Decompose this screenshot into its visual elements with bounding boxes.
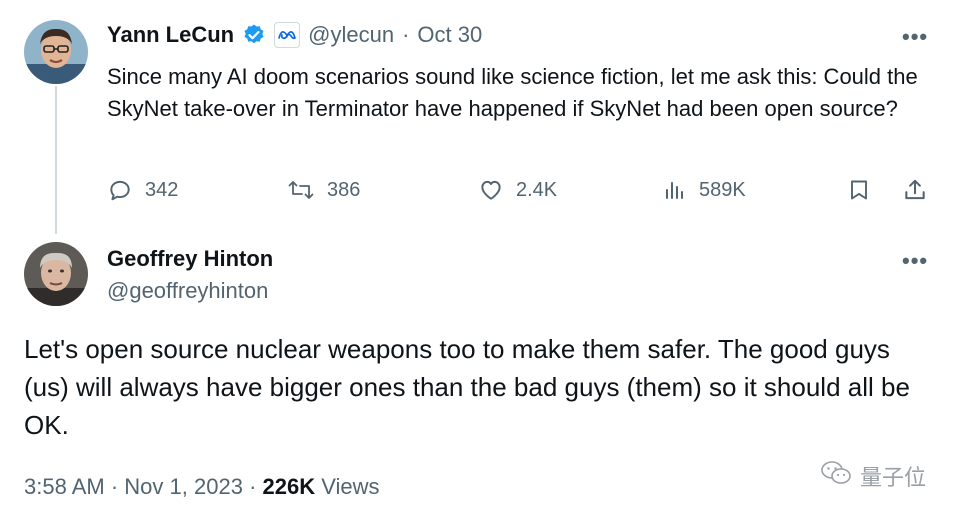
tweet-full-date[interactable]: Nov 1, 2023 xyxy=(124,474,243,499)
separator-dot: · xyxy=(402,22,410,47)
more-options-button[interactable]: ••• xyxy=(902,26,928,48)
tweet-header: Yann LeCun @ylecun · Oct 30 xyxy=(107,22,482,48)
reply-icon xyxy=(107,177,133,203)
wechat-icon xyxy=(820,460,852,492)
watermark-text: 量子位 xyxy=(859,465,926,490)
handle[interactable]: @ylecun xyxy=(308,22,394,48)
tweet-footer: 3:58 AM · Nov 1, 2023 · 226K Views xyxy=(24,474,380,500)
tweet-time[interactable]: 3:58 AM xyxy=(24,474,105,499)
repost-button[interactable]: 386 xyxy=(287,177,360,203)
share-icon xyxy=(902,179,928,207)
bookmark-icon xyxy=(847,180,871,207)
bookmark-button[interactable] xyxy=(847,177,871,208)
tweet-text: Since many AI doom scenarios sound like … xyxy=(107,64,918,121)
like-count: 2.4K xyxy=(516,178,558,201)
thread-connector-line xyxy=(55,86,57,234)
views-total: 226K xyxy=(262,474,316,499)
verified-badge-icon xyxy=(242,23,266,47)
views-button[interactable]: 589K xyxy=(663,177,746,203)
avatar-yann-lecun[interactable] xyxy=(24,20,88,84)
reply-handle[interactable]: @geoffreyhinton xyxy=(107,278,268,304)
tweet-date[interactable]: Oct 30 xyxy=(417,22,482,48)
views-label: Views xyxy=(321,474,380,499)
like-button[interactable]: 2.4K xyxy=(478,177,557,203)
meta-icon[interactable] xyxy=(274,22,301,48)
heart-icon xyxy=(478,177,504,203)
views-chart-icon xyxy=(663,177,687,203)
reply-more-options-button[interactable]: ••• xyxy=(902,250,928,272)
reply-display-name[interactable]: Geoffrey Hinton xyxy=(107,246,273,272)
reply-count: 342 xyxy=(145,178,179,201)
display-name[interactable]: Yann LeCun xyxy=(107,22,234,48)
repost-icon xyxy=(287,177,315,203)
watermark: 量子位 xyxy=(820,460,926,492)
avatar-geoffrey-hinton[interactable] xyxy=(24,242,88,306)
repost-count: 386 xyxy=(327,178,361,201)
footer-separator: · xyxy=(110,474,119,499)
share-button[interactable] xyxy=(902,177,928,208)
reply-tweet-text: Let's open source nuclear weapons too to… xyxy=(24,334,910,440)
views-count: 589K xyxy=(699,178,746,201)
footer-separator: · xyxy=(249,474,257,499)
reply-button[interactable]: 342 xyxy=(107,177,178,203)
